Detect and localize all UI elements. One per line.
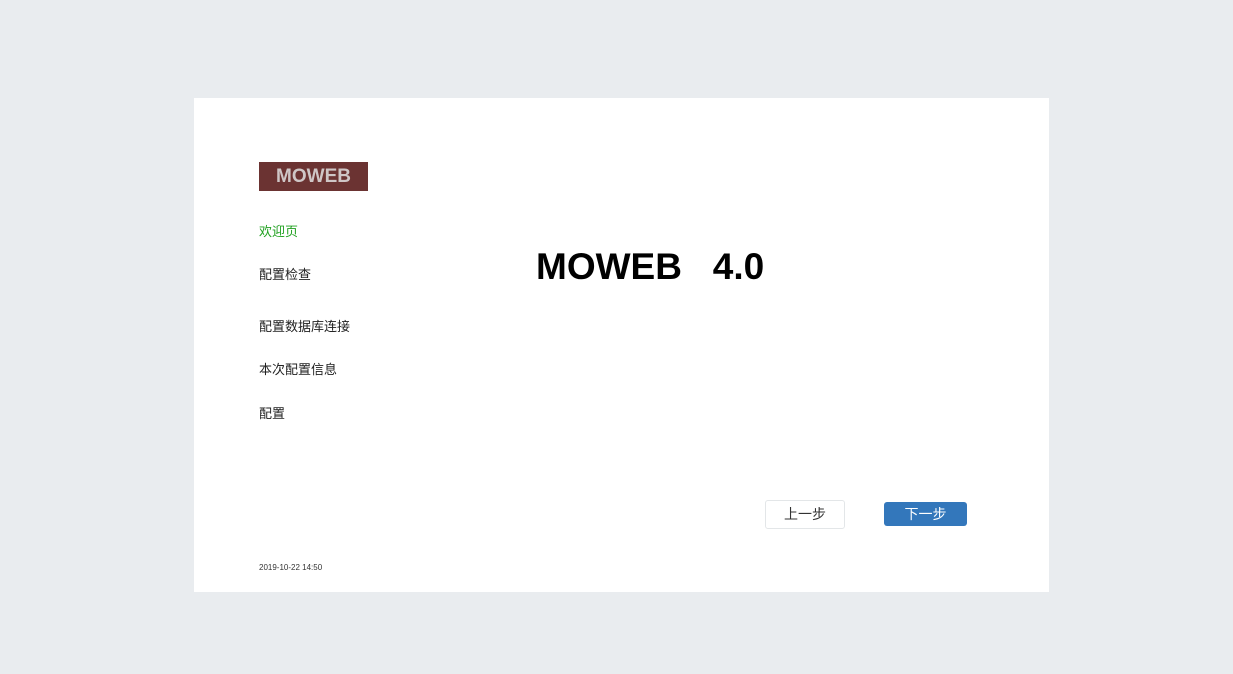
- sidebar-item-config-check[interactable]: 配置检查: [259, 264, 311, 283]
- sidebar-item-database-connection[interactable]: 配置数据库连接: [259, 316, 350, 335]
- prev-step-button[interactable]: 上一步: [765, 500, 845, 529]
- next-step-button[interactable]: 下一步: [884, 502, 967, 526]
- timestamp: 2019-10-22 14:50: [259, 563, 323, 572]
- sidebar-item-config[interactable]: 配置: [259, 403, 285, 422]
- page-title: MOWEB 4.0: [536, 246, 765, 287]
- moweb-logo: MOWEB: [259, 162, 368, 191]
- sidebar-item-welcome[interactable]: 欢迎页: [259, 221, 298, 240]
- sidebar-item-config-info[interactable]: 本次配置信息: [259, 359, 337, 378]
- installer-card: MOWEB 欢迎页 配置检查 配置数据库连接 本次配置信息 配置 MOWEB 4…: [194, 98, 1049, 592]
